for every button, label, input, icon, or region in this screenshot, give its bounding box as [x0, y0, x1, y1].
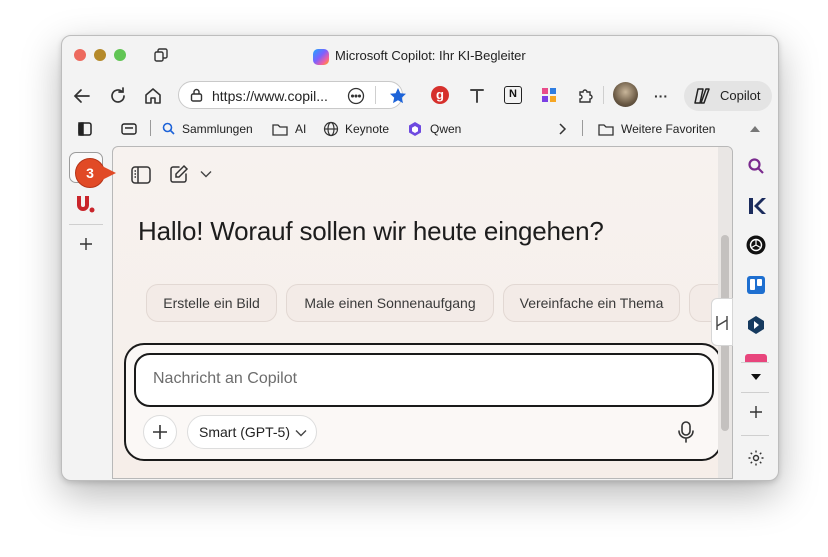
page-title: Hallo! Worauf sollen wir heute eingehen?: [138, 216, 604, 246]
message-input[interactable]: [151, 369, 695, 389]
bookmark-sammlungen[interactable]: Sammlungen: [162, 120, 262, 138]
tab-favicon-u-icon[interactable]: [74, 194, 98, 216]
step-annotation-badge: 3: [75, 158, 105, 188]
chevron-down-icon: [295, 430, 307, 437]
search-icon: [162, 122, 175, 135]
reload-icon[interactable]: [106, 84, 130, 108]
suggestion-chip[interactable]: Erstelle ein Bild: [146, 284, 277, 322]
new-chat-icon[interactable]: [167, 162, 191, 186]
browser-window: Microsoft Copilot: Ihr KI-Begleiter http…: [61, 35, 779, 481]
copilot-button[interactable]: Copilot: [684, 81, 772, 111]
new-tab-plus-icon[interactable]: [76, 234, 96, 254]
message-composer: Smart (GPT-5): [124, 343, 722, 461]
url-text[interactable]: https://www.copil...: [212, 88, 328, 104]
divider: [375, 86, 376, 104]
copilot-page: Hallo! Worauf sollen wir heute eingehen?…: [112, 146, 733, 479]
tab-icon[interactable]: [120, 120, 138, 138]
collapse-up-icon[interactable]: [748, 122, 762, 136]
qwen-icon: [409, 122, 421, 136]
sidebar-trello-icon[interactable]: [745, 274, 767, 296]
sidebar-app-partial-icon[interactable]: [745, 354, 767, 362]
sidebar-app-k-icon[interactable]: [745, 195, 767, 217]
more-menu-button[interactable]: ···: [649, 84, 673, 108]
bookmark-keynote[interactable]: Keynote: [323, 120, 403, 138]
split-screen-icon: [716, 316, 728, 330]
bookmark-label: Qwen: [430, 122, 462, 136]
page-options-icon[interactable]: [347, 87, 365, 105]
sidebar-more-chevron-icon[interactable]: [748, 370, 764, 384]
sidebar-add-plus-icon[interactable]: [746, 402, 766, 422]
folder-icon: [272, 124, 288, 136]
bookmark-separator: [582, 120, 583, 136]
back-icon[interactable]: [70, 84, 94, 108]
sidebar-search-icon[interactable]: [745, 155, 767, 177]
step-annotation-arrow: [102, 166, 116, 180]
sidebar-chatgpt-icon[interactable]: [745, 234, 767, 256]
plus-icon: [153, 425, 167, 439]
bookmark-label: AI: [295, 122, 307, 136]
chevron-down-icon[interactable]: [199, 167, 213, 181]
split-handle[interactable]: [711, 298, 733, 346]
maximize-window-button[interactable]: [114, 49, 126, 61]
bookmark-weitere-favoriten[interactable]: Weitere Favoriten: [598, 120, 728, 138]
minimize-window-button[interactable]: [94, 49, 106, 61]
folder-icon: [598, 124, 614, 136]
address-bar[interactable]: https://www.copil...: [178, 81, 403, 109]
globe-icon: [323, 121, 339, 137]
sidebar-divider: [741, 392, 769, 393]
copilot-logo-icon: [313, 49, 329, 65]
colorful-grid-extension-icon[interactable]: [540, 86, 558, 104]
sidebar-panel-icon[interactable]: [129, 163, 153, 187]
tab-divider: [69, 224, 103, 225]
model-label: Smart (GPT-5): [199, 424, 291, 440]
sidebar-toggle-icon[interactable]: [76, 120, 94, 138]
bookmark-qwen[interactable]: Qwen: [407, 120, 477, 138]
chevron-right-icon[interactable]: [553, 120, 571, 138]
bookmark-label: Weitere Favoriten: [621, 122, 716, 136]
title-bar: Microsoft Copilot: Ihr KI-Begleiter: [62, 36, 778, 74]
microphone-icon[interactable]: [674, 419, 698, 445]
close-window-button[interactable]: [74, 49, 86, 61]
home-icon[interactable]: [141, 84, 165, 108]
suggestion-chip[interactable]: Male einen Sonnenaufgang: [286, 284, 494, 322]
bookmark-label: Keynote: [345, 122, 390, 136]
sidebar-settings-gear-icon[interactable]: [745, 447, 767, 469]
copilot-icon: [692, 86, 712, 106]
sidebar-app-diamond-icon[interactable]: [745, 314, 767, 336]
sidebar-divider: [741, 435, 769, 436]
add-attachment-button[interactable]: [143, 415, 177, 449]
model-selector-button[interactable]: Smart (GPT-5): [187, 415, 317, 449]
bookmark-separator: [150, 120, 151, 136]
bookmark-label: Sammlungen: [182, 122, 253, 136]
favorite-star-icon[interactable]: [386, 84, 410, 108]
sidebar-divider: [741, 362, 769, 363]
lock-icon[interactable]: [189, 88, 203, 102]
grammarly-extension-icon[interactable]: g: [431, 86, 449, 104]
copilot-button-label: Copilot: [720, 88, 761, 103]
tab-actions-icon[interactable]: [151, 45, 171, 65]
message-input-container[interactable]: [134, 353, 714, 407]
bookmark-ai[interactable]: AI: [272, 120, 322, 138]
notion-extension-icon[interactable]: N: [504, 86, 522, 104]
profile-avatar[interactable]: [613, 82, 638, 107]
window-title: Microsoft Copilot: Ihr KI-Begleiter: [335, 48, 526, 63]
extensions-puzzle-icon[interactable]: [576, 86, 594, 104]
text-tool-extension-icon[interactable]: [468, 86, 486, 104]
suggestion-chip[interactable]: Vereinfache ein Thema: [503, 284, 680, 322]
divider: [603, 86, 604, 104]
